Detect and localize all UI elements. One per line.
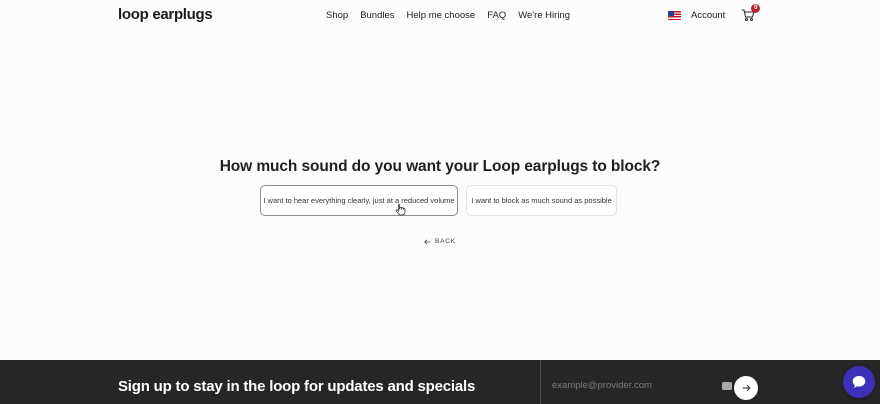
main-nav: Shop Bundles Help me choose FAQ We're Hi… (326, 10, 570, 21)
nav-help-me-choose[interactable]: Help me choose (407, 10, 476, 21)
back-button[interactable]: BACK (424, 238, 456, 245)
back-label: BACK (435, 238, 456, 245)
cart-count-badge: 0 (751, 4, 761, 13)
header-actions: Account 0 (668, 4, 761, 24)
nav-were-hiring[interactable]: We're Hiring (518, 10, 570, 21)
option-reduced-volume[interactable]: I want to hear everything clearly, just … (260, 185, 458, 216)
account-link[interactable]: Account (691, 10, 725, 21)
chat-button[interactable] (843, 366, 875, 398)
newsletter-submit-button[interactable] (734, 376, 758, 400)
newsletter-footer: Sign up to stay in the loop for updates … (0, 360, 880, 404)
quiz-options: I want to hear everything clearly, just … (260, 185, 617, 216)
chat-bubble-icon (852, 376, 866, 388)
arrow-left-icon (424, 239, 431, 244)
nav-bundles[interactable]: Bundles (360, 10, 394, 21)
autofill-key-icon[interactable] (722, 382, 732, 390)
cart-button[interactable]: 0 (741, 4, 761, 22)
footer-divider (540, 360, 541, 404)
arrow-right-icon (742, 384, 750, 392)
nav-shop[interactable]: Shop (326, 10, 348, 21)
nav-faq[interactable]: FAQ (487, 10, 506, 21)
us-flag-icon[interactable] (668, 10, 681, 20)
pointer-cursor-icon (395, 203, 406, 216)
newsletter-title: Sign up to stay in the loop for updates … (118, 378, 476, 395)
quiz-question: How much sound do you want your Loop ear… (219, 158, 661, 175)
site-logo[interactable]: loop earplugs (118, 6, 213, 23)
option-block-max[interactable]: I want to block as much sound as possibl… (466, 185, 617, 216)
email-input[interactable] (552, 380, 712, 391)
site-header: loop earplugs Shop Bundles Help me choos… (0, 0, 880, 30)
